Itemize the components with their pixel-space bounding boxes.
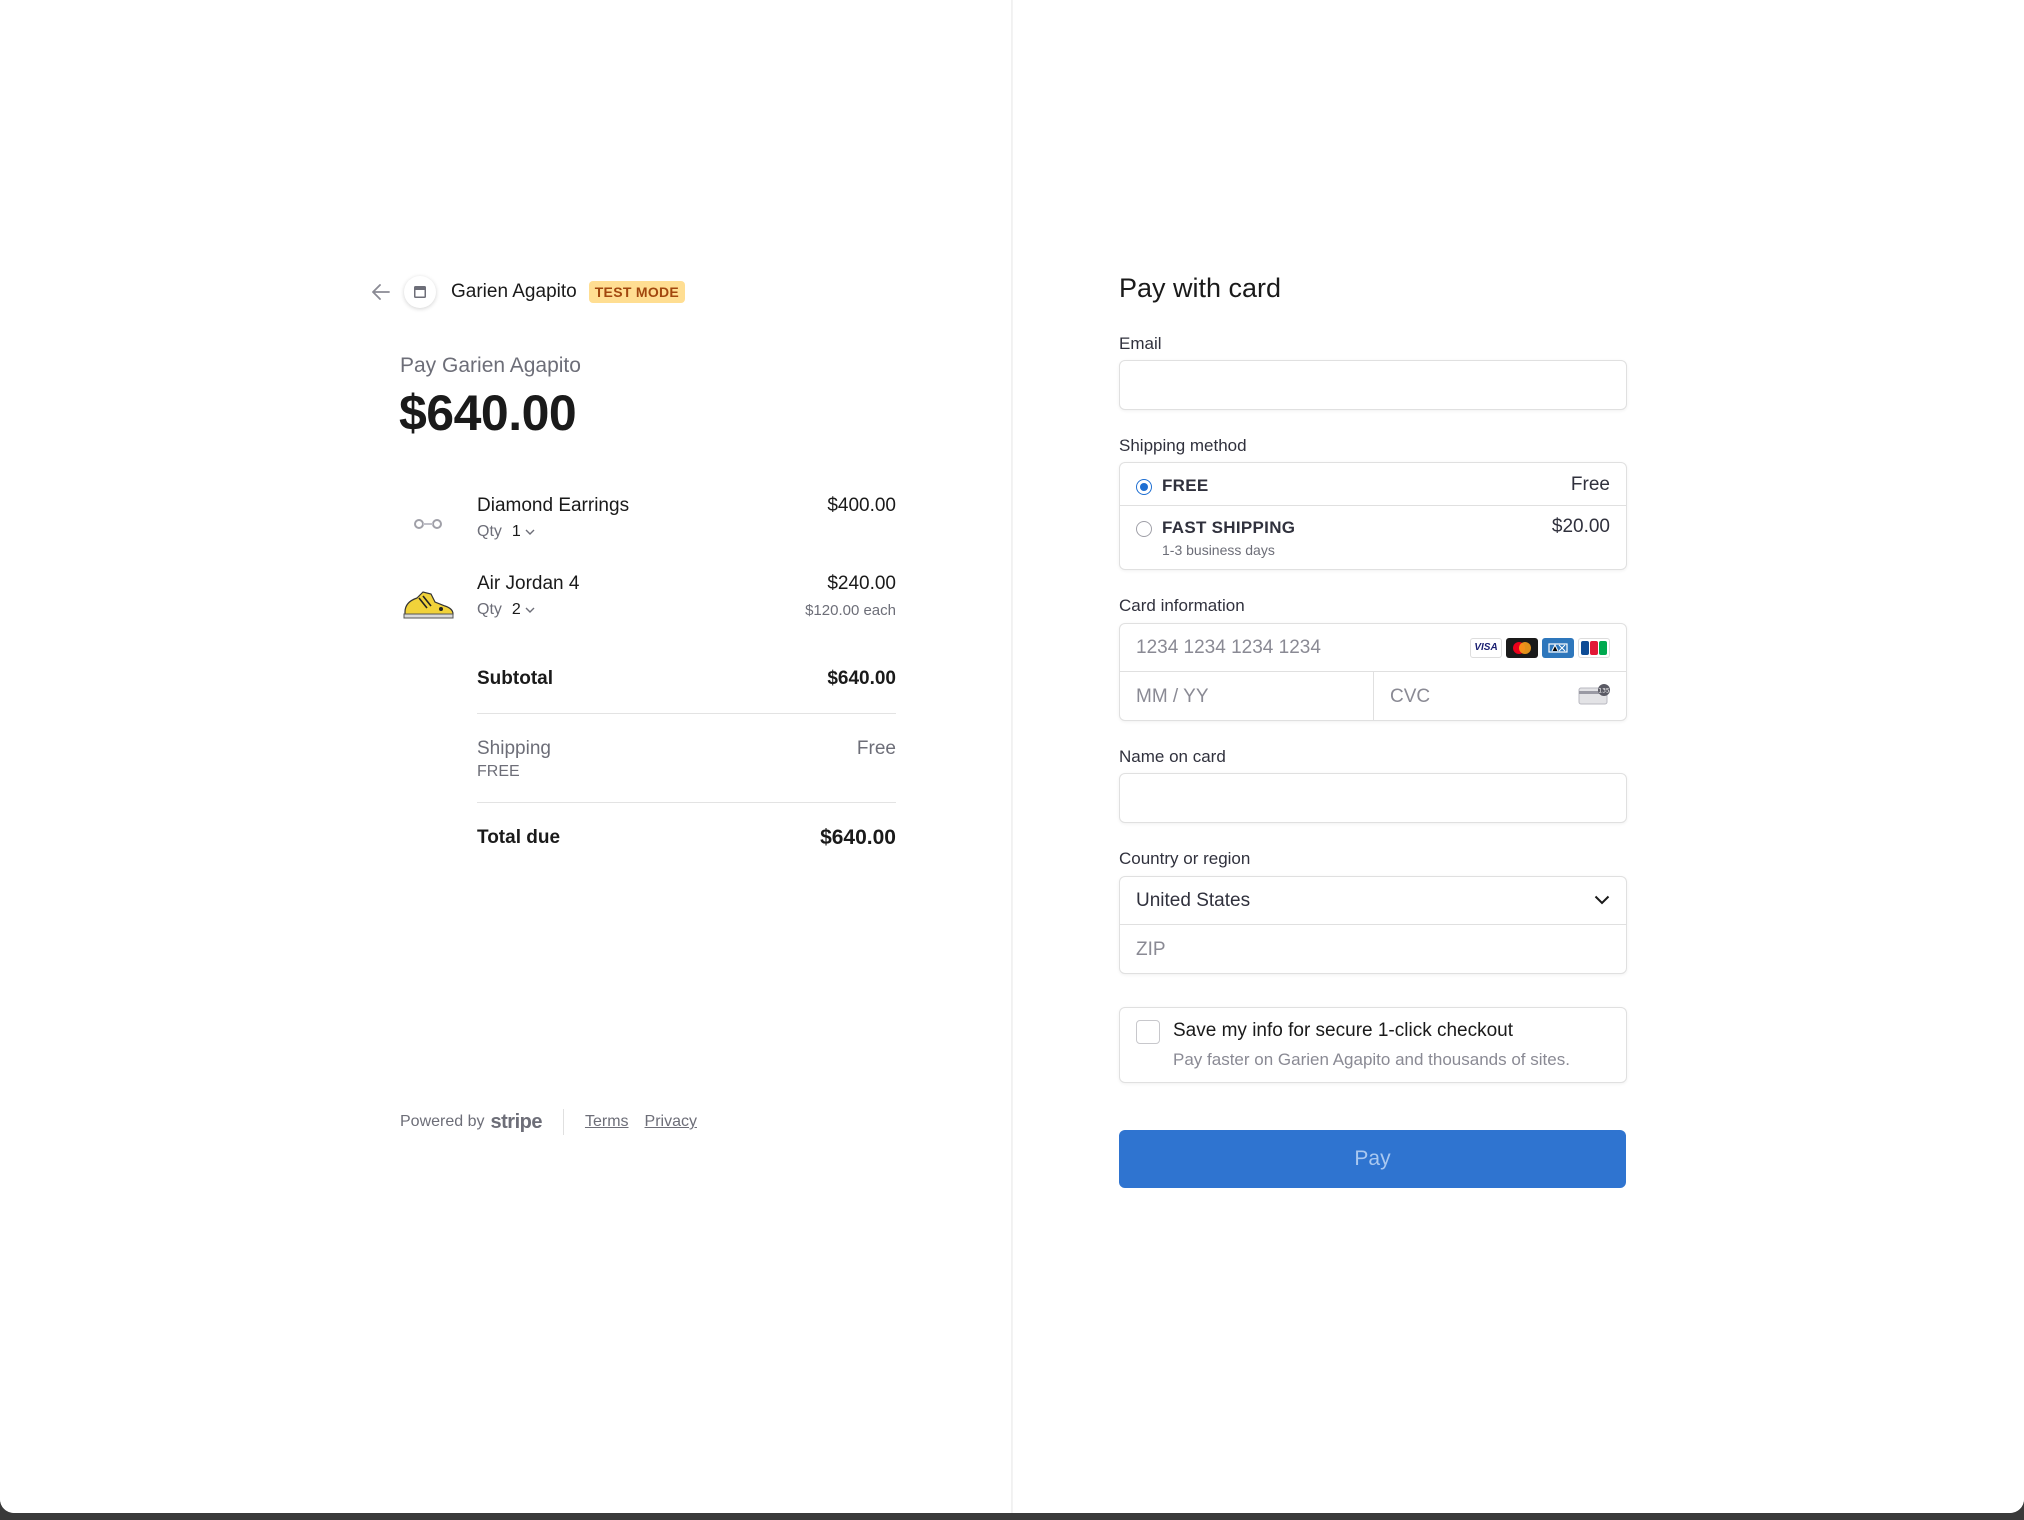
shipping-method-group: FREE Free FAST SHIPPING 1-3 business day… bbox=[1119, 462, 1627, 570]
visa-icon: VISA bbox=[1470, 637, 1502, 658]
expiry-field[interactable]: MM / YY bbox=[1120, 672, 1374, 720]
item-name: Diamond Earrings bbox=[477, 495, 630, 516]
cvc-card-icon: 135 bbox=[1578, 683, 1612, 711]
zip-placeholder: ZIP bbox=[1136, 939, 1166, 960]
save-info-subtitle: Pay faster on Garien Agapito and thousan… bbox=[1173, 1050, 1570, 1069]
shipping-option-days: 1-3 business days bbox=[1162, 542, 1275, 558]
jcb-icon bbox=[1578, 637, 1610, 658]
cvc-placeholder: CVC bbox=[1390, 686, 1431, 707]
store-icon bbox=[404, 276, 436, 308]
item-name: Air Jordan 4 bbox=[477, 573, 580, 594]
pay-button-label: Pay bbox=[1354, 1147, 1391, 1170]
test-mode-badge: TEST MODE bbox=[588, 281, 686, 303]
total-amount: $640.00 bbox=[399, 385, 577, 441]
terms-link[interactable]: Terms bbox=[585, 1113, 629, 1131]
shipping-option-fast[interactable]: FAST SHIPPING 1-3 business days $20.00 bbox=[1120, 506, 1626, 569]
footer-separator bbox=[562, 1109, 564, 1135]
item-price: $240.00 bbox=[827, 573, 896, 594]
chevron-down-icon bbox=[1594, 892, 1610, 910]
total-due-row: Total due $640.00 bbox=[477, 826, 896, 850]
shipping-option-free[interactable]: FREE Free bbox=[1120, 463, 1626, 506]
name-on-card-field[interactable] bbox=[1119, 773, 1627, 823]
shipping-option-price: Free bbox=[1570, 474, 1610, 495]
card-number-placeholder: 1234 1234 1234 1234 bbox=[1136, 636, 1321, 658]
shipping-method-label: Shipping method bbox=[1119, 436, 1247, 455]
subtotal-value: $640.00 bbox=[827, 668, 896, 689]
shipping-method: FREE bbox=[477, 763, 520, 780]
cvc-field[interactable]: CVC 135 bbox=[1374, 672, 1626, 720]
qty-value: 2 bbox=[511, 601, 521, 618]
privacy-link[interactable]: Privacy bbox=[645, 1113, 697, 1131]
svg-text:135: 135 bbox=[1598, 687, 1610, 694]
total-due-value: $640.00 bbox=[820, 826, 896, 849]
subtotal-label: Subtotal bbox=[477, 668, 553, 689]
save-info-box: Save my info for secure 1-click checkout… bbox=[1119, 1007, 1627, 1083]
pay-to-label: Pay Garien Agapito bbox=[400, 354, 581, 377]
merchant-name: Garien Agapito bbox=[451, 281, 577, 302]
radio-icon[interactable] bbox=[1136, 521, 1152, 537]
card-info-label: Card information bbox=[1119, 596, 1245, 615]
email-label: Email bbox=[1119, 334, 1162, 353]
stripe-logo[interactable]: stripe bbox=[491, 1111, 543, 1134]
qty-value: 1 bbox=[511, 523, 521, 540]
shipping-value: Free bbox=[856, 738, 896, 759]
line-item: Diamond Earrings Qty 1 $400.00 bbox=[400, 495, 896, 555]
chevron-down-icon bbox=[525, 523, 535, 541]
form-title: Pay with card bbox=[1119, 273, 1282, 303]
powered-by-label: Powered by bbox=[400, 1113, 485, 1130]
shipping-option-name: FREE bbox=[1162, 476, 1209, 495]
checkout-window: Garien Agapito TEST MODE Pay Garien Agap… bbox=[0, 0, 2024, 1513]
chevron-down-icon bbox=[525, 601, 535, 619]
total-due-label: Total due bbox=[477, 827, 561, 848]
shipping-option-price: $20.00 bbox=[1551, 516, 1610, 537]
line-item: Air Jordan 4 Qty 2 $240.00 $120.00 each bbox=[400, 573, 896, 633]
item-unit-price: $120.00 each bbox=[805, 602, 896, 619]
radio-selected-icon[interactable] bbox=[1136, 479, 1152, 495]
footer: Powered by stripe Terms Privacy bbox=[400, 1109, 713, 1135]
divider bbox=[477, 802, 896, 803]
amex-icon bbox=[1542, 637, 1574, 658]
zip-field[interactable]: ZIP bbox=[1120, 925, 1626, 973]
arrow-left-icon[interactable] bbox=[370, 281, 392, 303]
card-number-field[interactable]: 1234 1234 1234 1234 VISA bbox=[1120, 624, 1626, 672]
save-info-title: Save my info for secure 1-click checkout bbox=[1173, 1020, 1514, 1041]
shipping-option-name: FAST SHIPPING bbox=[1162, 518, 1296, 537]
mastercard-icon bbox=[1506, 637, 1538, 658]
pay-button[interactable]: Pay bbox=[1119, 1130, 1626, 1188]
divider bbox=[477, 713, 896, 714]
item-price: $400.00 bbox=[827, 495, 896, 516]
country-label: Country or region bbox=[1119, 849, 1251, 868]
subtotal-row: Subtotal $640.00 bbox=[477, 668, 896, 690]
qty-selector[interactable]: Qty 1 bbox=[477, 523, 535, 541]
earrings-icon bbox=[400, 503, 456, 545]
payment-form-pane: Pay with card Email Shipping method FREE… bbox=[1013, 0, 2024, 1513]
card-info-group: 1234 1234 1234 1234 VISA MM / YY CVC 135 bbox=[1119, 623, 1627, 721]
save-info-checkbox[interactable] bbox=[1136, 1020, 1160, 1044]
name-on-card-label: Name on card bbox=[1119, 747, 1226, 766]
merchant-header: Garien Agapito TEST MODE bbox=[370, 276, 686, 308]
card-brands: VISA bbox=[1466, 637, 1610, 658]
email-field[interactable] bbox=[1119, 360, 1627, 410]
qty-label: Qty bbox=[477, 523, 502, 540]
order-summary-pane: Garien Agapito TEST MODE Pay Garien Agap… bbox=[0, 0, 1012, 1513]
country-value: United States bbox=[1136, 889, 1251, 911]
shipping-label: Shipping bbox=[477, 738, 551, 759]
sneaker-icon bbox=[400, 581, 456, 623]
country-select[interactable]: United States bbox=[1120, 877, 1626, 925]
shipping-row: Shipping FREE Free bbox=[477, 738, 896, 781]
expiry-placeholder: MM / YY bbox=[1136, 686, 1209, 707]
qty-selector[interactable]: Qty 2 bbox=[477, 601, 535, 619]
qty-label: Qty bbox=[477, 601, 502, 618]
address-group: United States ZIP bbox=[1119, 876, 1627, 974]
